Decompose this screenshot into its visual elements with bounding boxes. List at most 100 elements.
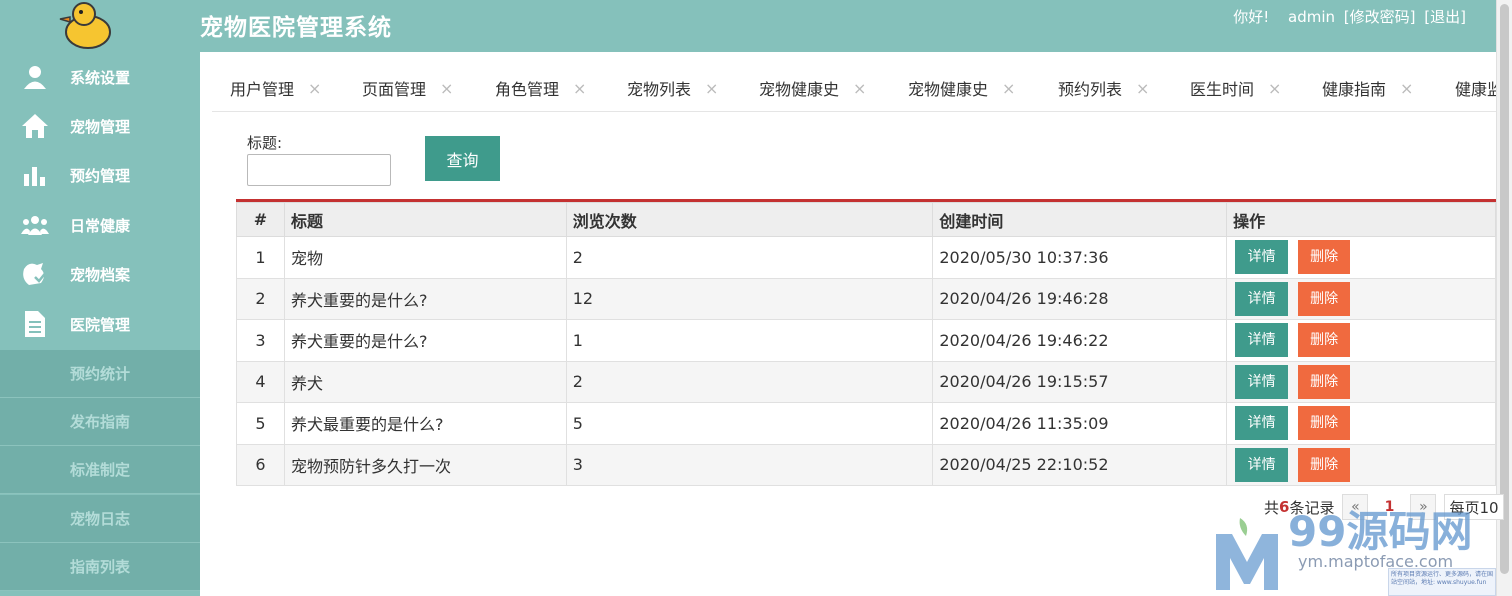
close-icon[interactable]: × [1268, 79, 1281, 98]
detail-button[interactable]: 详情 [1235, 281, 1289, 316]
row-actions: 详情 删除 [1226, 360, 1496, 403]
close-icon[interactable]: × [440, 79, 453, 98]
sidebar-item-label: 系统设置 [70, 68, 131, 87]
tab-user-management[interactable]: 用户管理 × [230, 64, 321, 111]
column-header-created[interactable]: 创建时间 [932, 202, 1228, 237]
detail-button[interactable]: 详情 [1235, 447, 1289, 482]
row-created: 2020/05/30 10:37:36 [932, 236, 1228, 279]
tab-role-management[interactable]: 角色管理 × [495, 64, 586, 111]
tab-doctor-time[interactable]: 医生时间 × [1190, 64, 1281, 111]
row-views: 1 [565, 319, 934, 362]
column-header-title[interactable]: 标题 [283, 202, 567, 237]
column-header-views[interactable]: 浏览次数 [565, 202, 934, 237]
row-views: 5 [565, 402, 934, 445]
close-icon[interactable]: × [1136, 79, 1149, 98]
table-row: 3 养犬重要的是什么? 1 2020/04/26 19:46:22 详情 删除 [236, 319, 1496, 362]
row-number: 1 [236, 236, 285, 279]
watermark-url: ym.maptoface.com [1298, 552, 1454, 571]
next-page-button[interactable]: » [1410, 494, 1437, 520]
table-row: 5 养犬最重要的是什么? 5 2020/04/26 11:35:09 详情 删除 [236, 402, 1496, 445]
sidebar-item-label: 医院管理 [70, 315, 131, 334]
tab-label: 健康指南 [1322, 80, 1387, 99]
row-number: 4 [236, 360, 285, 403]
detail-button[interactable]: 详情 [1235, 406, 1289, 441]
close-icon[interactable]: × [853, 79, 866, 98]
prev-page-button[interactable]: « [1342, 494, 1369, 520]
scrollbar-thumb[interactable] [1500, 4, 1509, 574]
delete-button[interactable]: 删除 [1298, 406, 1351, 441]
app-title: 宠物医院管理系统 [200, 15, 392, 41]
sidebar-item-pet-management[interactable]: 宠物管理 [0, 101, 200, 151]
delete-button[interactable]: 删除 [1298, 364, 1351, 399]
bar-chart-icon [20, 161, 50, 189]
table-row: 6 宠物预防针多久打一次 3 2020/04/25 22:10:52 详情 删除 [236, 443, 1496, 486]
close-icon[interactable]: × [573, 79, 586, 98]
row-title: 宠物预防针多久打一次 [283, 443, 567, 486]
submenu-item-guide-list[interactable]: 指南列表 [0, 543, 200, 591]
user-area: 你好! admin [修改密码] [退出] [1229, 6, 1466, 27]
total-record-count: 6 [1279, 498, 1290, 516]
sidebar-item-system-settings[interactable]: 系统设置 [0, 52, 200, 102]
change-password-link[interactable]: [修改密码] [1344, 8, 1416, 26]
tab-label: 角色管理 [495, 80, 560, 99]
row-title: 宠物 [283, 236, 567, 279]
row-actions: 详情 删除 [1226, 319, 1496, 362]
watermark-corner-note: 所有项目资源运行、更多源码，请在国站空间站，地址: www.shuyue.fun [1388, 568, 1496, 596]
column-header-number[interactable]: # [236, 202, 285, 237]
sidebar-item-label: 预约管理 [70, 166, 131, 185]
close-icon[interactable]: × [705, 79, 718, 98]
search-title-label: 标题: [247, 134, 283, 152]
close-icon[interactable]: × [1400, 79, 1413, 98]
logout-link[interactable]: [退出] [1424, 8, 1466, 26]
close-icon[interactable]: × [1002, 79, 1015, 98]
row-title: 养犬重要的是什么? [283, 277, 567, 320]
row-title: 养犬最重要的是什么? [283, 402, 567, 445]
detail-button[interactable]: 详情 [1235, 240, 1289, 275]
submenu-item-publish-guide[interactable]: 发布指南 [0, 398, 200, 446]
submenu-item-standard-setting[interactable]: 标准制定 [0, 446, 200, 494]
top-header: 宠物医院管理系统 你好! admin [修改密码] [退出] [0, 0, 1496, 52]
tab-health-monitor[interactable]: 健康监 [1455, 64, 1496, 111]
delete-button[interactable]: 删除 [1298, 447, 1351, 482]
delete-button[interactable]: 删除 [1298, 323, 1351, 358]
close-icon[interactable]: × [308, 79, 321, 98]
submenu-item-appointment-stats[interactable]: 预约统计 [0, 350, 200, 398]
row-views: 12 [565, 277, 934, 320]
document-icon [20, 310, 50, 338]
row-number: 6 [236, 443, 285, 486]
row-actions: 详情 删除 [1226, 402, 1496, 445]
tab-pet-health-history[interactable]: 宠物健康史 × [759, 64, 866, 111]
detail-button[interactable]: 详情 [1235, 364, 1289, 399]
tab-page-management[interactable]: 页面管理 × [362, 64, 453, 111]
row-number: 3 [236, 319, 285, 362]
sidebar-item-pet-archive[interactable]: 宠物档案 [0, 249, 200, 299]
greeting-text: 你好! [1233, 8, 1270, 26]
duck-logo-icon [58, 0, 118, 50]
sidebar-item-appointment-management[interactable]: 预约管理 [0, 150, 200, 200]
tab-appointment-list[interactable]: 预约列表 × [1058, 64, 1149, 111]
current-page[interactable]: 1 [1376, 494, 1402, 520]
page-size-select[interactable]: 每页10 [1444, 494, 1504, 520]
sidebar-item-hospital-management[interactable]: 医院管理 [0, 299, 200, 349]
pagination: 共 6 条记录 « 1 » 每页10 [1264, 494, 1504, 520]
data-table-wrapper: # 标题 浏览次数 创建时间 操作 1 宠物 2 2020/05/30 10:3… [236, 199, 1496, 486]
row-title: 养犬重要的是什么? [283, 319, 567, 362]
query-button[interactable]: 查询 [425, 136, 500, 181]
table-row: 1 宠物 2 2020/05/30 10:37:36 详情 删除 [236, 236, 1496, 279]
detail-button[interactable]: 详情 [1235, 323, 1289, 358]
tab-pet-list[interactable]: 宠物列表 × [627, 64, 718, 111]
row-number: 5 [236, 402, 285, 445]
submenu-item-pet-log[interactable]: 宠物日志 [0, 495, 200, 543]
tab-label: 宠物列表 [627, 80, 692, 99]
search-title-input[interactable] [247, 154, 391, 186]
row-views: 2 [565, 236, 934, 279]
delete-button[interactable]: 删除 [1298, 240, 1351, 275]
tab-health-guide[interactable]: 健康指南 × [1322, 64, 1413, 111]
sidebar-item-daily-health[interactable]: 日常健康 [0, 200, 200, 250]
sidebar: 系统设置 宠物管理 预约管理 日常健康 宠物档案 医院管理 预约统计 发布指南 … [0, 52, 200, 596]
tab-pet-health-history-2[interactable]: 宠物健康史 × [908, 64, 1015, 111]
delete-button[interactable]: 删除 [1298, 281, 1351, 316]
user-icon [20, 63, 50, 91]
tab-bar: 用户管理 × 页面管理 × 角色管理 × 宠物列表 × 宠物健康史 × 宠物健康史 × 预约… [212, 64, 1496, 112]
tab-label: 宠物健康史 [908, 80, 989, 99]
